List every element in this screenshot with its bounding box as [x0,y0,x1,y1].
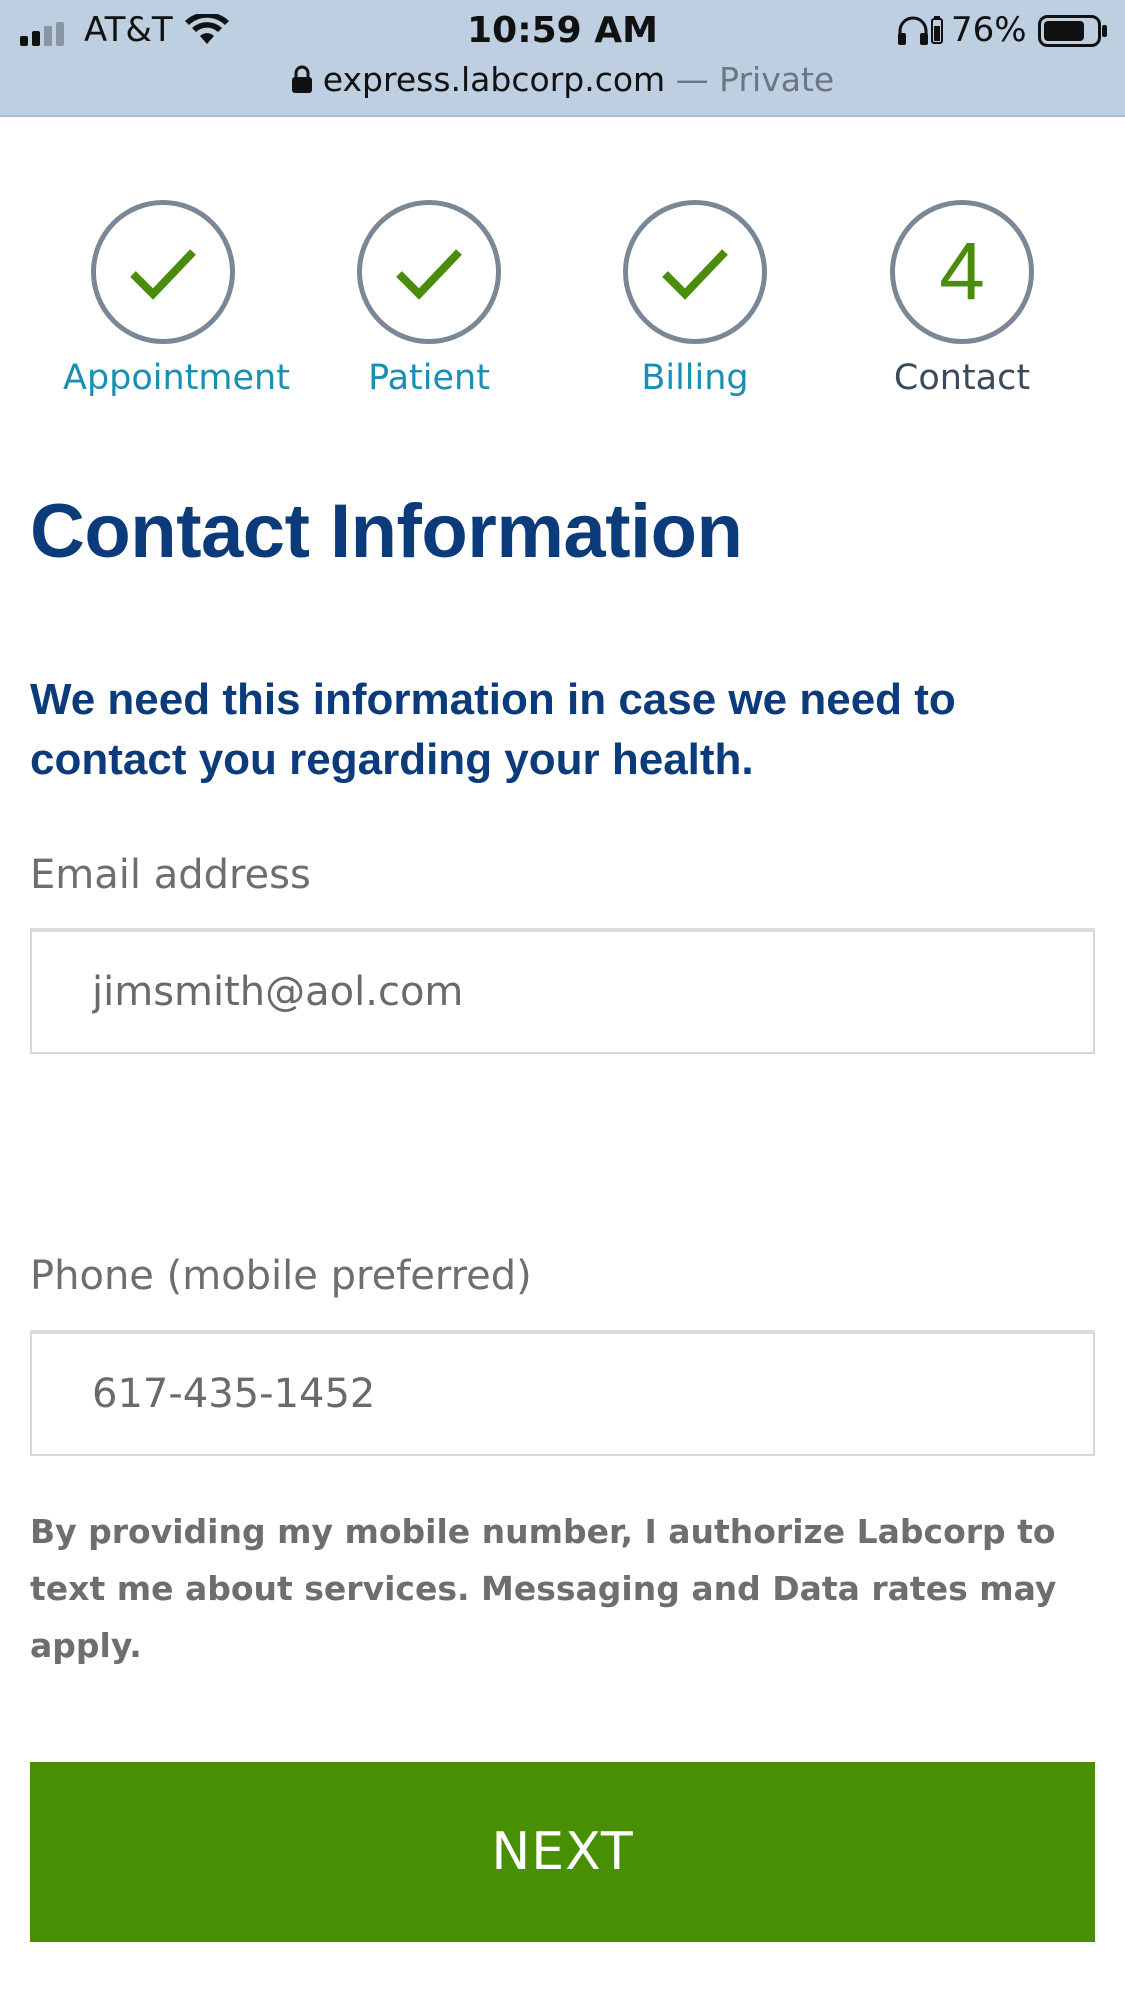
page-title: Contact Information [30,489,743,574]
step-label-contact: Contact [893,358,1031,398]
email-field[interactable] [32,932,1093,1052]
next-button[interactable]: NEXT [30,1762,1095,1942]
step-number: 4 [939,226,985,317]
checkmark-icon [662,249,728,300]
status-bar: AT&T 10:59 AM 76% [0,0,1125,62]
browser-chrome: AT&T 10:59 AM 76% express.labcorp.com — … [0,0,1125,117]
url-text: express.labcorp.com [322,60,666,99]
step-label-patient: Patient [368,358,490,398]
phone-label: Phone (mobile preferred) [30,1253,532,1299]
step-circle [623,200,767,344]
small-battery-icon [931,16,943,44]
headphones-icon [898,16,928,45]
step-label-billing: Billing [641,358,749,398]
step-label-appointment: Appointment [63,358,290,398]
step-circle: 4 [890,200,1034,344]
sms-disclaimer: By providing my mobile number, I authori… [30,1512,1057,1665]
step-patient[interactable]: Patient [329,200,529,398]
intro-text: We need this information in case we need… [30,675,956,784]
checkmark-icon [396,249,462,300]
email-field-box [30,928,1095,1054]
step-circle [91,200,235,344]
step-appointment[interactable]: Appointment [63,200,290,398]
address-bar[interactable]: express.labcorp.com — Private [0,60,1125,110]
email-label: Email address [30,852,311,898]
page: AT&T 10:59 AM 76% express.labcorp.com — … [0,0,1125,2001]
battery-percent: 76% [951,10,1027,50]
phone-field-box [30,1330,1095,1456]
private-mode-label: — Private [665,60,835,99]
step-contact: 4 Contact [862,200,1062,398]
phone-field[interactable] [32,1334,1093,1454]
lock-icon [291,65,312,93]
step-billing[interactable]: Billing [595,200,795,398]
step-circle [357,200,501,344]
battery-icon [1038,15,1107,47]
checkmark-icon [130,249,196,300]
